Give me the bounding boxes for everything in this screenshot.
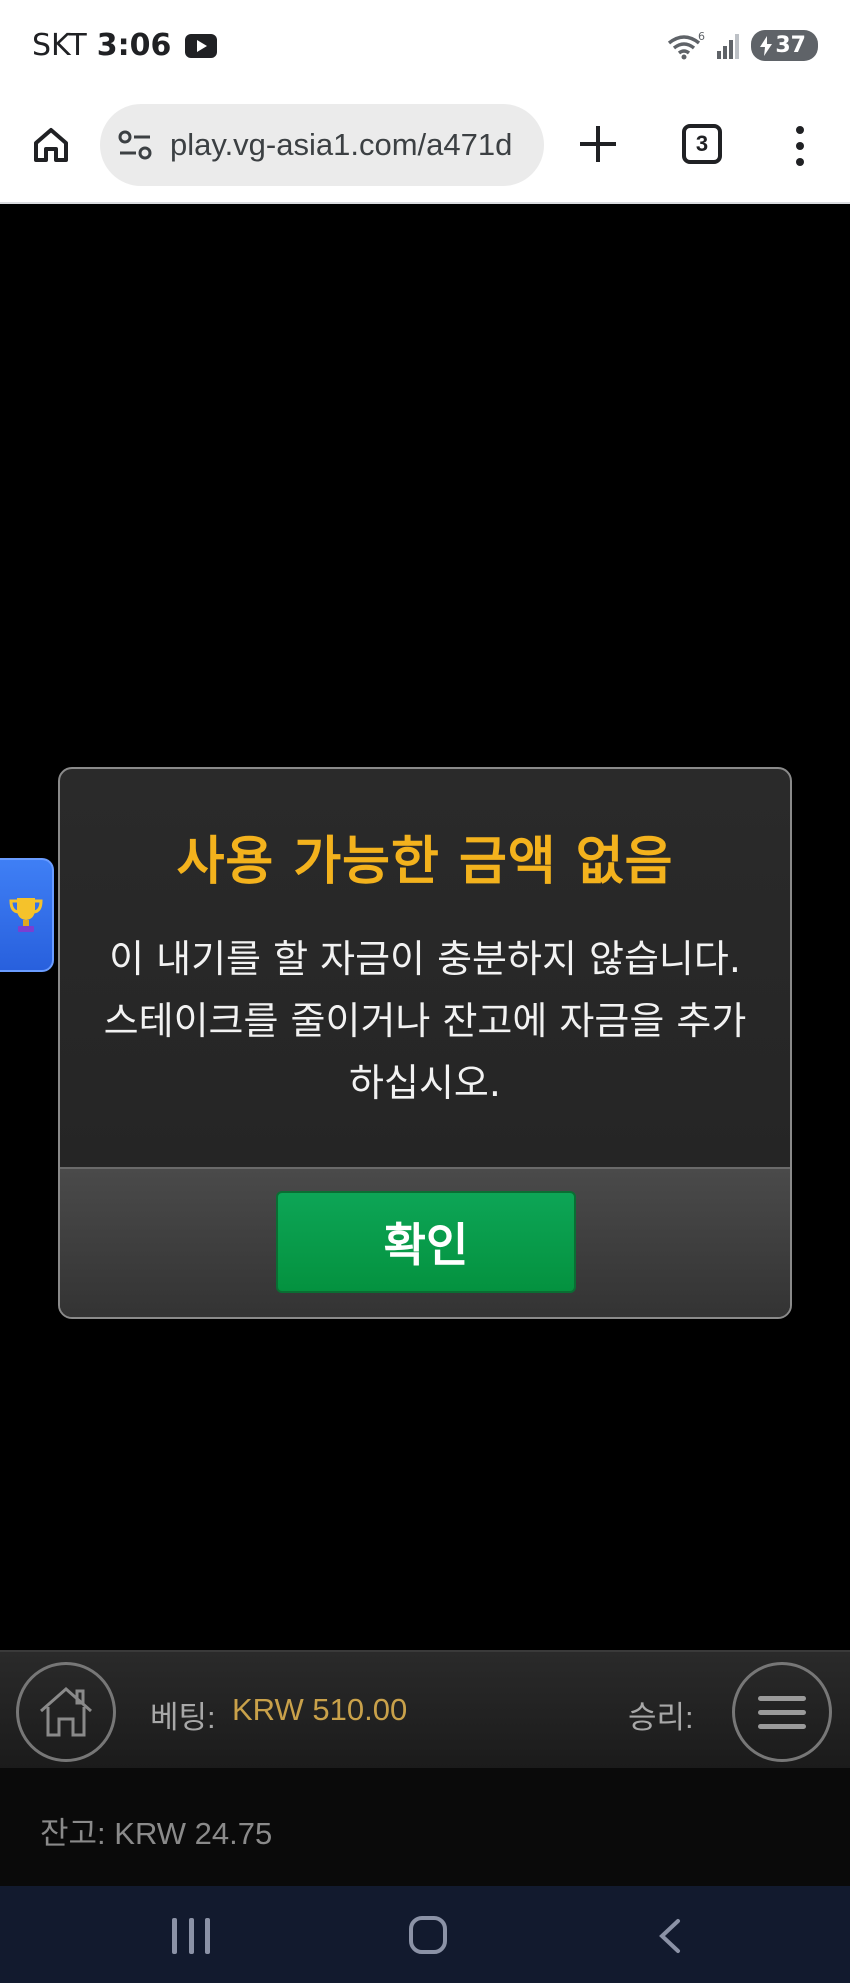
- battery-level: 37: [775, 33, 806, 58]
- bet-label: 베팅:: [150, 1700, 216, 1735]
- clock: 3:06: [96, 28, 172, 63]
- game-home-button[interactable]: [16, 1662, 116, 1762]
- browser-toolbar: play.vg-asia1.com/a471d 3: [0, 96, 850, 204]
- insufficient-funds-dialog: 사용 가능한 금액 없음 이 내기를 할 자금이 충분하지 않습니다. 스테이크…: [58, 767, 792, 1319]
- dialog-footer: 확인: [60, 1169, 790, 1317]
- signal-icon: [717, 33, 740, 59]
- new-tab-plus-icon: [580, 126, 616, 162]
- home-icon: [34, 128, 68, 162]
- balance-label: 잔고: KRW 24.75: [40, 1816, 273, 1851]
- hamburger-icon: [758, 1695, 806, 1701]
- dialog-body: 사용 가능한 금액 없음 이 내기를 할 자금이 충분하지 않습니다. 스테이크…: [60, 769, 790, 1169]
- dialog-message-line-2: 스테이크를 줄이거나 잔고에 자금을 추가: [103, 999, 747, 1043]
- tab-switcher-icon[interactable]: 3: [682, 124, 722, 164]
- game-home-icon: [40, 1687, 92, 1737]
- browser-home-button[interactable]: [24, 118, 78, 172]
- status-right: 6 37: [667, 30, 818, 61]
- dialog-message-line-3: 하십시오.: [349, 1061, 501, 1105]
- wifi-badge: 6: [698, 31, 705, 43]
- trophy-side-tab[interactable]: [0, 858, 54, 972]
- new-tab-button[interactable]: [572, 118, 624, 170]
- home-nav-icon[interactable]: [409, 1916, 447, 1954]
- site-settings-icon[interactable]: [116, 125, 156, 165]
- dialog-title: 사용 가능한 금액 없음: [176, 832, 674, 892]
- youtube-icon: [185, 33, 218, 58]
- back-icon[interactable]: [652, 1918, 686, 1954]
- status-bar: SKT 3:06 6 37: [0, 0, 850, 96]
- win-label: 승리:: [628, 1700, 694, 1735]
- battery-indicator: 37: [751, 30, 818, 61]
- trophy-icon: [9, 898, 43, 932]
- balance-bar: 잔고: KRW 24.75: [0, 1768, 850, 1886]
- address-bar[interactable]: play.vg-asia1.com/a471d: [100, 104, 544, 186]
- battery-charging-icon: [760, 35, 773, 56]
- wifi-icon: 6: [668, 31, 705, 59]
- game-menu-button[interactable]: [732, 1662, 832, 1762]
- dialog-message: 이 내기를 할 자금이 충분하지 않습니다. 스테이크를 줄이거나 잔고에 자금…: [60, 928, 790, 1114]
- status-left: SKT 3:06: [32, 28, 218, 63]
- tab-count: 3: [695, 131, 709, 156]
- carrier-label: SKT: [32, 28, 87, 63]
- game-control-bar: 베팅: KRW 510.00 승리:: [0, 1650, 850, 1768]
- confirm-button[interactable]: 확인: [276, 1191, 576, 1293]
- bet-value: KRW 510.00: [232, 1692, 408, 1727]
- recent-apps-icon[interactable]: [172, 1918, 210, 1954]
- url-text[interactable]: play.vg-asia1.com/a471d: [170, 127, 512, 163]
- dialog-message-line-1: 이 내기를 할 자금이 충분하지 않습니다.: [109, 937, 741, 981]
- more-menu-icon[interactable]: [786, 120, 814, 172]
- system-nav-bar: [0, 1886, 850, 1983]
